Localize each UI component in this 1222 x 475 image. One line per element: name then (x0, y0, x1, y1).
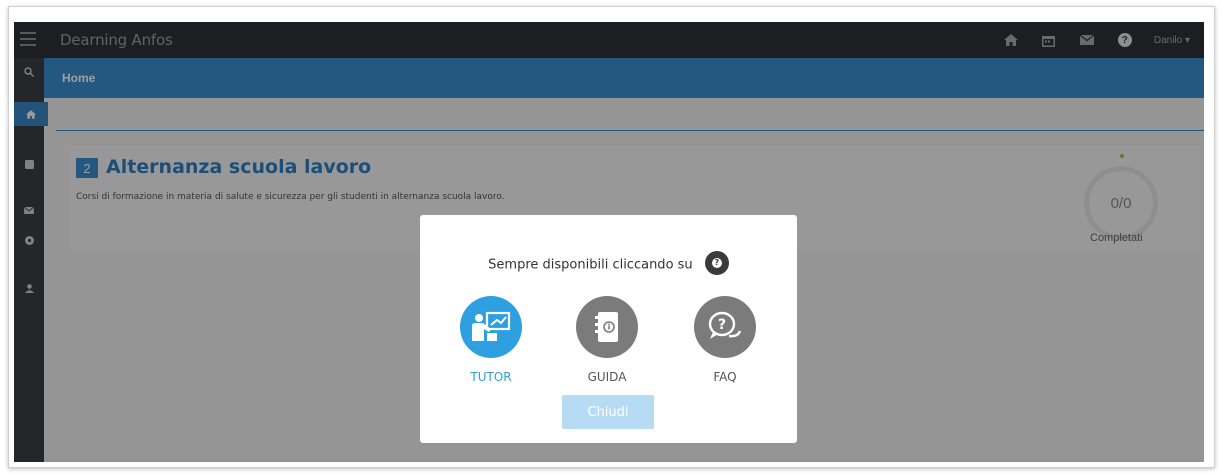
svg-text:?: ? (718, 317, 726, 333)
guida-label: GUIDA (587, 370, 627, 384)
help-icon (704, 251, 729, 275)
guida-option[interactable]: GUIDA (562, 296, 652, 384)
close-button[interactable]: Chiudi (562, 395, 654, 429)
tutor-icon (460, 296, 522, 358)
tutor-option[interactable]: TUTOR (446, 296, 536, 384)
faq-option[interactable]: ? FAQ (680, 296, 770, 384)
guide-icon (576, 296, 638, 358)
modal-hint: Sempre disponibili cliccando su (420, 251, 797, 277)
faq-label: FAQ (713, 370, 737, 384)
help-modal: Sempre disponibili cliccando su TUTOR (420, 215, 797, 443)
modal-hint-text: Sempre disponibili cliccando su (488, 257, 693, 273)
tutor-label: TUTOR (470, 370, 512, 384)
faq-icon: ? (694, 296, 756, 358)
